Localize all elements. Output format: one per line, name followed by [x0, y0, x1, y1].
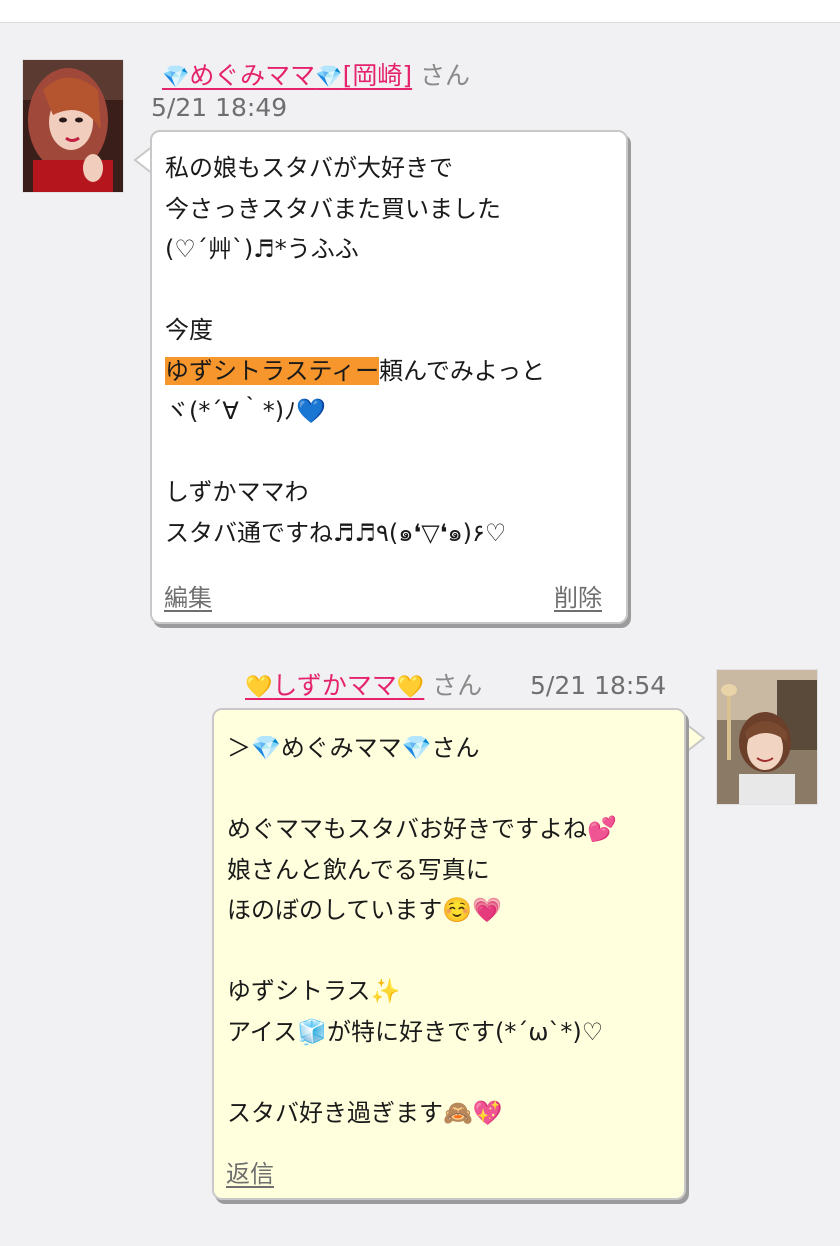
avatar-photo [717, 670, 817, 804]
post2-message-body: ＞💎めぐみママ💎さん めぐママもスタバお好きですよね💕 娘さんと飲んでる写真に … [227, 728, 617, 1133]
post1-message-bubble: 私の娘もスタバが大好きで 今さっきスタバまた買いました (♡´艸`)♬*うふふ … [150, 130, 628, 624]
message-line [227, 1052, 617, 1093]
page: { "post1": { "author_prefix_icon": "💎", … [0, 0, 840, 1246]
post1-author-location: [岡崎] [342, 61, 413, 90]
post1-author-line: 💎めぐみママ💎[岡崎] さん [162, 60, 470, 94]
yellow-heart-icon: 💛 [245, 675, 273, 700]
message-line: ほのぼのしています☺️💗 [227, 896, 503, 924]
message-line-rest: 頼んでみよっと [379, 356, 546, 385]
message-line: 娘さんと飲んでる写真に [227, 855, 490, 884]
post1-message-body: 私の娘もスタバが大好きで 今さっきスタバまた買いました (♡´艸`)♬*うふふ … [165, 148, 545, 553]
post1-timestamp: 5/21 18:49 [151, 93, 288, 122]
avatar-photo [23, 60, 123, 192]
message-line: ゆずシトラス✨ [227, 977, 401, 1005]
post2-bubble-tail [684, 722, 706, 754]
message-line: しずかママわ [165, 478, 309, 506]
reply-link[interactable]: 返信 [226, 1158, 274, 1190]
message-line: ヾ(*´∀｀*)ﾉ💙 [165, 397, 327, 425]
message-line: アイス🧊が特に好きです(*´ω`*)♡ [227, 1017, 604, 1046]
post1-honorific: さん [420, 61, 471, 90]
message-line: スタバ好き過ぎます🙈💖 [227, 1098, 503, 1127]
message-line: 今さっきスタバまた買いました [165, 194, 501, 223]
message-line [165, 270, 545, 311]
top-bar [0, 0, 840, 23]
message-line: 今度 [165, 316, 213, 344]
message-line: スタバ通ですね♬♬٩(๑❛▽❛๑)۶♡ [165, 518, 507, 547]
post2-author-name: しずかママ [272, 671, 397, 700]
avatar-megumi-mama[interactable] [23, 60, 123, 192]
yellow-heart-icon: 💛 [396, 675, 425, 700]
post1-author-link[interactable]: 💎めぐみママ💎[岡崎] [162, 61, 412, 90]
message-line [227, 931, 617, 972]
message-line: ＞💎めぐみママ💎さん [227, 734, 480, 762]
diamond-icon: 💎 [315, 65, 343, 90]
message-line [165, 432, 545, 473]
edit-link[interactable]: 編集 [164, 582, 212, 614]
post2-message-bubble: ＞💎めぐみママ💎さん めぐママもスタバお好きですよね💕 娘さんと飲んでる写真に … [212, 708, 686, 1200]
post2-honorific: さん [432, 671, 483, 700]
delete-link[interactable]: 削除 [554, 582, 602, 614]
highlighted-text: ゆずシトラスティー [165, 356, 380, 385]
message-line [227, 769, 617, 810]
message-line: めぐママもスタバお好きですよね💕 [227, 815, 617, 843]
diamond-icon: 💎 [162, 65, 190, 90]
message-line: ゆずシトラスティー頼んでみよっと [165, 351, 545, 392]
message-line: 私の娘もスタバが大好きで [165, 154, 453, 182]
avatar-shizuka-mama[interactable] [717, 670, 817, 804]
post2-author-link[interactable]: 💛しずかママ💛 [245, 671, 424, 700]
post2-author-line: 💛しずかママ💛 さん [245, 670, 482, 704]
message-line: (♡´艸`)♬*うふふ [165, 235, 359, 263]
post1-author-name: めぐみママ [189, 61, 316, 90]
post2-timestamp: 5/21 18:54 [530, 671, 667, 700]
